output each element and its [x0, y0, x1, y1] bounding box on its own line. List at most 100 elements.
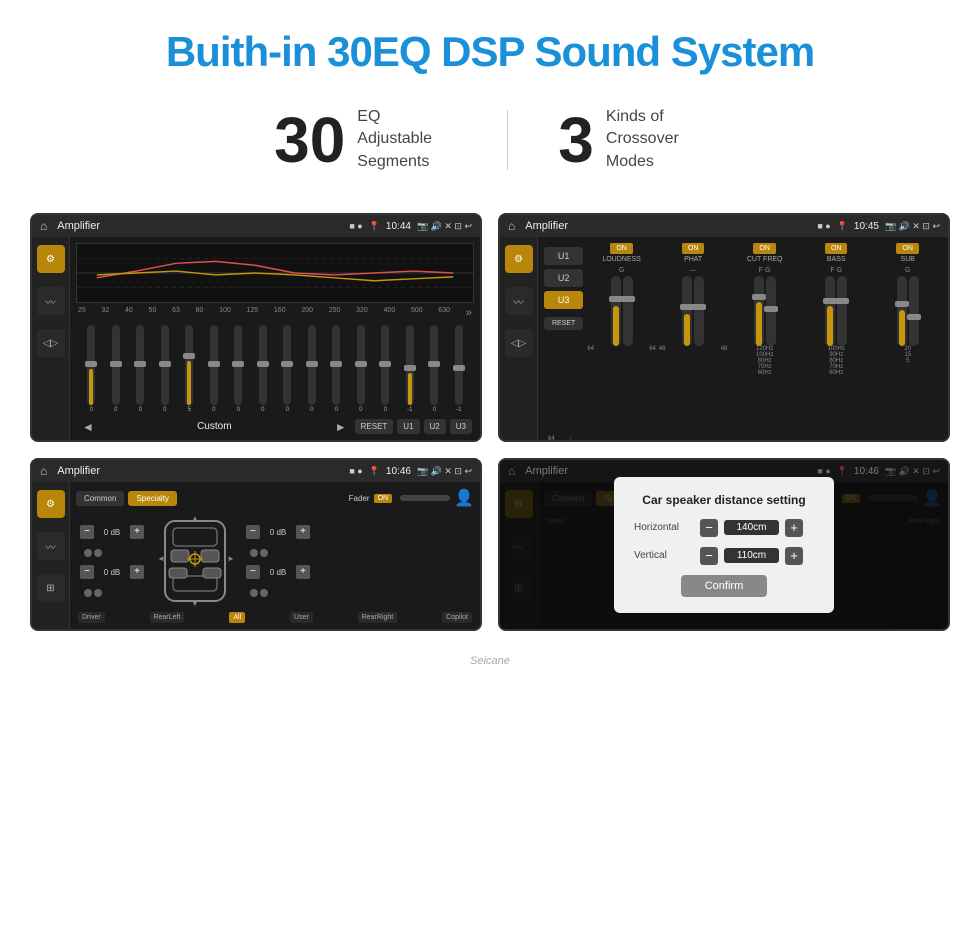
expand-arrow[interactable]: »: [466, 307, 472, 319]
screen3-time: 10:46: [386, 466, 411, 477]
sub-slider2[interactable]: [909, 276, 919, 346]
left-top-minus[interactable]: −: [80, 525, 94, 539]
preset-u1[interactable]: U1: [544, 247, 583, 265]
vertical-value: 110cm: [724, 548, 779, 563]
right-top-plus[interactable]: +: [296, 525, 310, 539]
cutfreq-g-label: G: [765, 267, 770, 274]
bass-slider1[interactable]: [825, 276, 835, 346]
right-controls: − 0 dB + − 0 dB +: [246, 525, 310, 597]
bass-slider2[interactable]: [837, 276, 847, 346]
dsp-side-btn-vol[interactable]: ◁▷: [505, 329, 533, 357]
stats-row: 30 EQ AdjustableSegments 3 Kinds ofCross…: [0, 96, 980, 203]
left-top-ctrl: − 0 dB +: [80, 525, 144, 539]
left-bottom-plus[interactable]: +: [130, 565, 144, 579]
phat-on-btn[interactable]: ON: [682, 243, 705, 254]
preset-u2[interactable]: U2: [544, 269, 583, 287]
common-btn[interactable]: Common: [76, 491, 124, 506]
screen3-title: Amplifier: [57, 465, 343, 477]
phat-label: PHAT: [684, 256, 702, 263]
left-bottom-db: 0 dB: [98, 568, 126, 577]
cutfreq-slider1[interactable]: [754, 276, 764, 346]
stat-eq-desc: EQ AdjustableSegments: [357, 106, 457, 173]
bass-g-label: G: [837, 267, 842, 274]
u1-btn[interactable]: U1: [397, 419, 419, 434]
sub-g-label: G: [905, 267, 910, 274]
sub-val3: 5: [904, 358, 911, 364]
location-icon-2: 📍: [837, 221, 848, 232]
stat-crossover: 3 Kinds ofCrossover Modes: [508, 106, 756, 173]
sp-side-btn-eq[interactable]: ⚙: [37, 490, 65, 518]
right-bottom-plus[interactable]: +: [296, 565, 310, 579]
vertical-plus[interactable]: +: [785, 547, 803, 565]
confirm-button[interactable]: Confirm: [681, 575, 768, 597]
speaker-dot-6: [260, 549, 268, 557]
svg-text:▼: ▼: [191, 599, 199, 606]
prev-btn[interactable]: ◄: [78, 420, 98, 434]
reset-btn-2[interactable]: RESET: [544, 317, 583, 330]
left-bottom-minus[interactable]: −: [80, 565, 94, 579]
rear-left-btn[interactable]: RearLeft: [150, 612, 185, 623]
reset-btn-1[interactable]: RESET: [355, 419, 394, 434]
user-btn[interactable]: User: [290, 612, 313, 623]
cutfreq-f-label: F: [759, 267, 763, 274]
bass-f-label: F: [830, 267, 834, 274]
screen1-main: 253240506380100125160200250320400500630 …: [70, 237, 480, 440]
channel-phat: ON PHAT —: [659, 243, 728, 434]
home-icon-2[interactable]: ⌂: [508, 219, 515, 233]
horizontal-plus[interactable]: +: [785, 519, 803, 537]
fader-slider[interactable]: [400, 495, 450, 501]
sp-side-btn-wave[interactable]: 〰: [37, 532, 65, 560]
dialog-title: Car speaker distance setting: [634, 493, 814, 507]
dsp-content: U1 U2 U3 RESET ON LOUDNESS G: [544, 243, 942, 434]
phat-val-l: 48: [659, 346, 666, 352]
dsp-side-btn-wave[interactable]: 〰: [505, 287, 533, 315]
eq-side-btn-vol[interactable]: ◁▷: [37, 329, 65, 357]
home-icon-1[interactable]: ⌂: [40, 219, 47, 233]
home-icon-3[interactable]: ⌂: [40, 464, 47, 478]
all-btn[interactable]: All: [229, 612, 245, 623]
eq-side-btn-active[interactable]: ⚙: [37, 245, 65, 273]
screen3-body: ⚙ 〰 ⊞ Common Specialty Fader ON 👤: [32, 482, 480, 629]
scale-64: 64: [548, 436, 568, 442]
driver-btn[interactable]: Driver: [78, 612, 105, 623]
sp-side-btn-bt[interactable]: ⊞: [37, 574, 65, 602]
fader-on-btn[interactable]: ON: [374, 494, 393, 503]
loudness-on-btn[interactable]: ON: [610, 243, 633, 254]
bass-on-btn[interactable]: ON: [825, 243, 848, 254]
screen1-side-panel: ⚙ 〰 ◁▷: [32, 237, 70, 440]
u2-btn[interactable]: U2: [424, 419, 446, 434]
preset-u3[interactable]: U3: [544, 291, 583, 309]
horizontal-minus[interactable]: −: [700, 519, 718, 537]
rear-right-btn[interactable]: RearRight: [358, 612, 398, 623]
dsp-side-btn-eq[interactable]: ⚙: [505, 245, 533, 273]
eq-freq-labels: 253240506380100125160200250320400500630 …: [76, 307, 474, 319]
phat-slider[interactable]: [682, 276, 692, 346]
stat-eq: 30 EQ AdjustableSegments: [224, 106, 507, 173]
screen2-main: U1 U2 U3 RESET ON LOUDNESS G: [538, 237, 948, 440]
vertical-label: Vertical: [634, 550, 694, 561]
specialty-btn[interactable]: Specialty: [128, 491, 176, 506]
eq-side-btn-wave[interactable]: 〰: [37, 287, 65, 315]
phat-slider2[interactable]: [694, 276, 704, 346]
copilot-btn[interactable]: Copilot: [442, 612, 472, 623]
speaker-dot-7: [250, 589, 258, 597]
speaker-dot-3: [84, 589, 92, 597]
right-top-minus[interactable]: −: [246, 525, 260, 539]
loudness-slider[interactable]: [611, 276, 621, 346]
vertical-minus[interactable]: −: [700, 547, 718, 565]
left-top-plus[interactable]: +: [130, 525, 144, 539]
right-top-db: 0 dB: [264, 528, 292, 537]
channel-loudness: ON LOUDNESS G: [587, 243, 656, 434]
next-btn[interactable]: ►: [331, 420, 351, 434]
sub-on-btn[interactable]: ON: [896, 243, 919, 254]
screen1-title: Amplifier: [57, 220, 343, 232]
horizontal-row: Horizontal − 140cm +: [634, 519, 814, 537]
loudness-slider2[interactable]: [623, 276, 633, 346]
sub-slider1[interactable]: [897, 276, 907, 346]
watermark: Seicane: [0, 651, 980, 671]
right-bottom-minus[interactable]: −: [246, 565, 260, 579]
u3-btn[interactable]: U3: [450, 419, 472, 434]
screen1-icons: ■ ●: [349, 221, 362, 231]
cutfreq-on-btn[interactable]: ON: [753, 243, 776, 254]
cutfreq-slider2[interactable]: [766, 276, 776, 346]
